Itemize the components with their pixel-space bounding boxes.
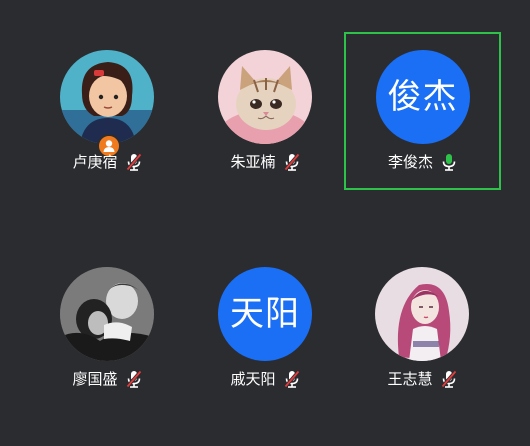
- avatar-initials: 俊杰: [375, 50, 470, 144]
- participant-name: 廖国盛: [72, 370, 118, 388]
- avatar: [218, 50, 312, 144]
- participant-tile[interactable]: 天阳 戚天阳: [187, 251, 343, 407]
- participant-name-row: 朱亚楠: [187, 152, 343, 172]
- participant-name: 李俊杰: [387, 153, 433, 171]
- participant-name: 王志慧: [387, 370, 433, 388]
- mic-muted-icon[interactable]: [125, 370, 142, 388]
- mic-muted-icon[interactable]: [125, 153, 142, 171]
- participant-name: 朱亚楠: [230, 153, 276, 171]
- avatar: [60, 267, 154, 361]
- participant-name: 戚天阳: [230, 370, 276, 388]
- participant-grid: 卢庚宿 朱亚楠 俊杰 李俊杰 廖国盛 天阳 戚天阳 王志慧: [0, 0, 530, 446]
- participant-tile[interactable]: 王志慧: [344, 251, 500, 407]
- participant-name-row: 廖国盛: [29, 369, 185, 389]
- participant-tile[interactable]: 廖国盛: [29, 251, 185, 407]
- mic-muted-icon[interactable]: [283, 153, 300, 171]
- avatar: [375, 267, 469, 361]
- mic-active-icon[interactable]: [441, 153, 457, 171]
- participant-tile-active-speaker[interactable]: 俊杰 李俊杰: [344, 32, 501, 190]
- participant-name-row: 李俊杰: [346, 152, 499, 172]
- avatar: [60, 50, 154, 144]
- participant-name-row: 卢庚宿: [29, 152, 185, 172]
- avatar-initials: 天阳: [218, 267, 312, 361]
- participant-name-row: 王志慧: [344, 369, 500, 389]
- mic-muted-icon[interactable]: [283, 370, 300, 388]
- participant-tile[interactable]: 朱亚楠: [187, 34, 343, 190]
- participant-tile[interactable]: 卢庚宿: [29, 34, 185, 190]
- participant-name-row: 戚天阳: [187, 369, 343, 389]
- participant-name: 卢庚宿: [72, 153, 118, 171]
- mic-muted-icon[interactable]: [440, 370, 457, 388]
